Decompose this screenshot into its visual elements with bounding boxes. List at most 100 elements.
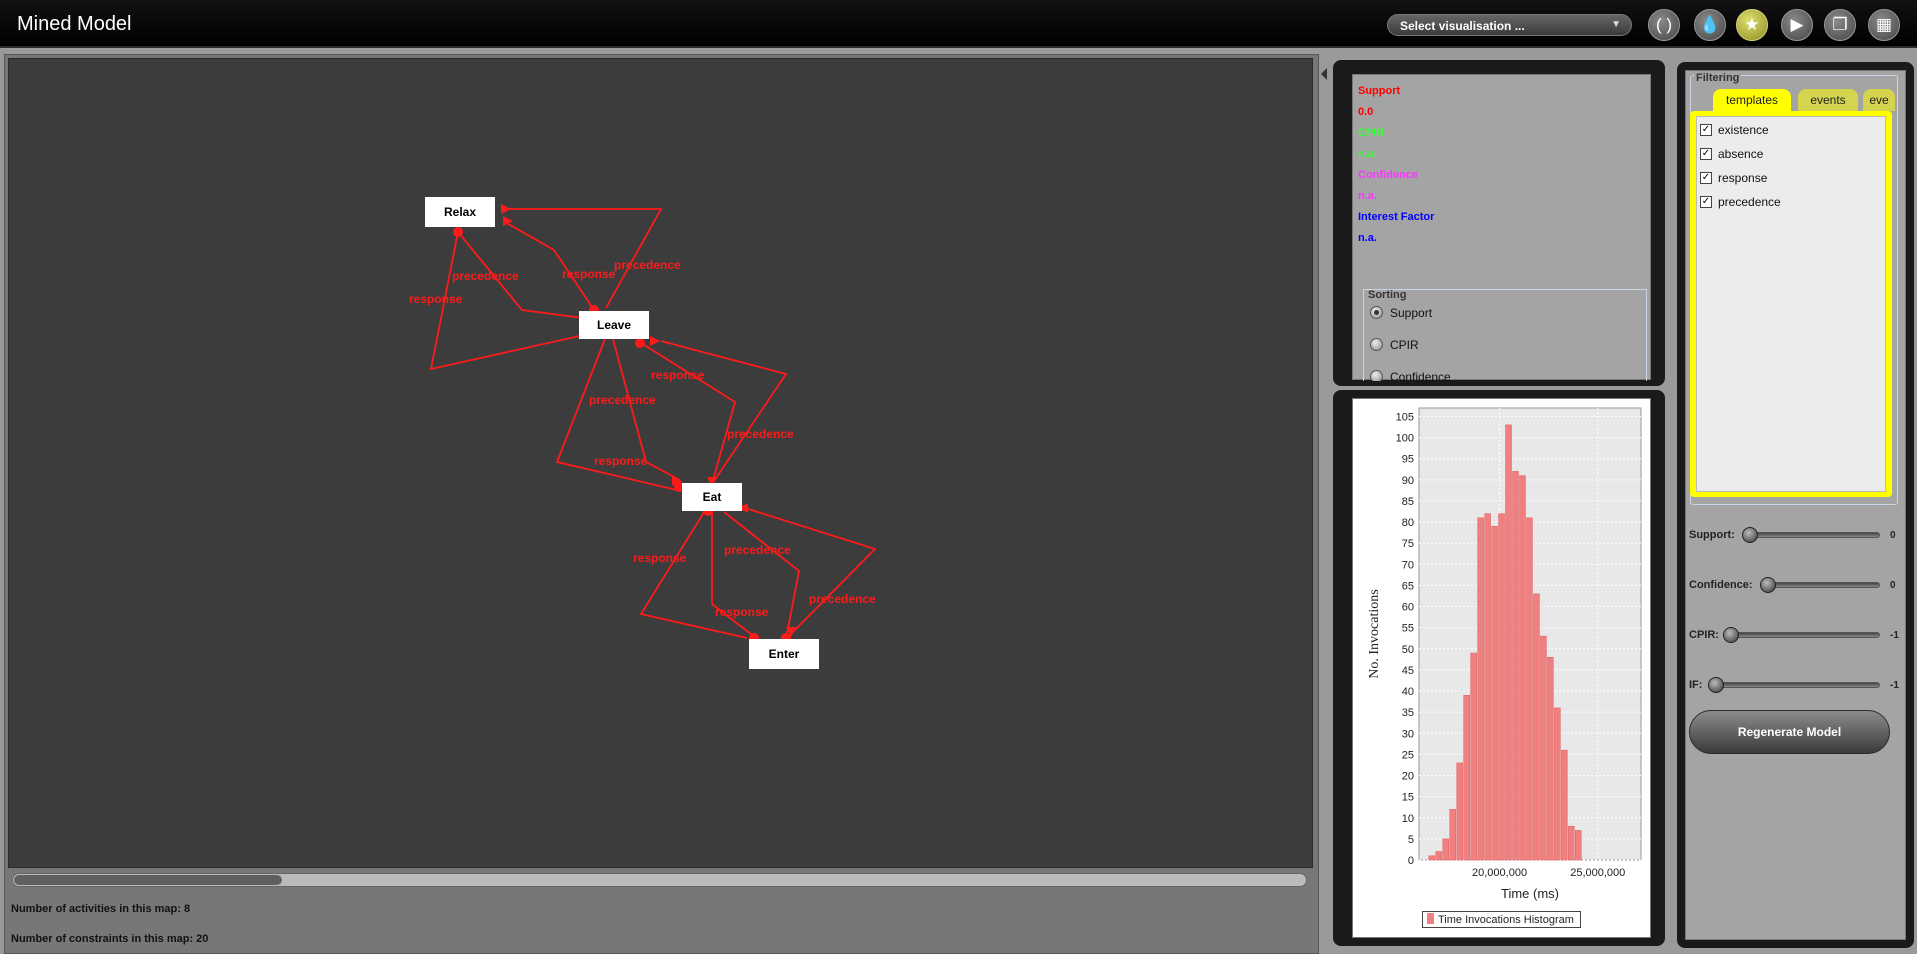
bracket-icon[interactable]: ( ) — [1648, 9, 1680, 41]
templates-list: ✓ existence ✓ absence ✓ response ✓ prece… — [1696, 116, 1886, 492]
edge-label: precedence — [614, 258, 681, 272]
x-tick-labels: 20,000,000 25,000,000 — [1472, 867, 1625, 879]
y-tick-labels: 0 5 10 15 20 25 30 35 40 45 50 55 60 65 70 75 80 85 90 95 10… — [1396, 411, 1414, 867]
graph-node-leave[interactable]: Leave — [579, 311, 649, 339]
cpir-slider[interactable] — [1729, 632, 1880, 638]
collapse-arrow-icon[interactable] — [1321, 68, 1327, 80]
edge-label: precedence — [727, 427, 794, 441]
edge-label: precedence — [809, 592, 876, 606]
y-tick-label: 0 — [1408, 855, 1414, 867]
support-slider[interactable] — [1748, 532, 1880, 538]
y-tick-label: 10 — [1402, 813, 1414, 825]
histogram-bar — [1561, 749, 1568, 861]
activities-count: Number of activities in this map: 8 — [11, 903, 191, 915]
tab-eve[interactable]: eve — [1863, 89, 1895, 111]
tab-events[interactable]: events — [1798, 89, 1858, 111]
if-slider-knob[interactable] — [1708, 677, 1724, 693]
edge-label: response — [562, 267, 616, 281]
radio-unchecked-icon — [1370, 370, 1383, 381]
graph-edge — [502, 220, 595, 311]
histogram-bar — [1568, 825, 1575, 861]
sorting-group: Sorting Support CPIR Confidence — [1363, 289, 1647, 381]
histogram-bar — [1547, 656, 1554, 861]
y-tick-label: 5 — [1408, 834, 1414, 846]
tab-templates[interactable]: templates — [1713, 89, 1791, 111]
play-icon[interactable]: ▶ — [1781, 9, 1813, 41]
sort-option-label: Support — [1390, 306, 1433, 320]
graph-edge — [640, 342, 737, 485]
y-tick-label: 55 — [1402, 623, 1414, 635]
visualisation-select-label: Select visualisation ... — [1400, 19, 1525, 33]
checkbox-label: existence — [1718, 123, 1769, 137]
histogram-bar — [1491, 526, 1498, 861]
histogram-bar — [1505, 424, 1512, 861]
confidence-slider-value: 0 — [1890, 580, 1896, 591]
y-tick-label: 100 — [1396, 433, 1414, 445]
confidence-slider-label: Confidence: — [1689, 579, 1753, 591]
histogram-bar — [1533, 593, 1540, 861]
edge-label: response — [715, 605, 769, 619]
support-slider-knob[interactable] — [1742, 527, 1758, 543]
star-icon[interactable]: ★ — [1736, 9, 1768, 41]
if-slider[interactable] — [1714, 682, 1880, 688]
graph-edge-end — [635, 338, 645, 348]
histogram-legend: Time Invocations Histogram — [1422, 911, 1581, 928]
model-canvas[interactable]: Relax Leave Eat Enter precedence respons… — [8, 58, 1313, 868]
interest-factor-label: Interest Factor — [1358, 211, 1435, 223]
cpir-value: n.a. — [1358, 148, 1377, 160]
graph-node-enter[interactable]: Enter — [749, 639, 819, 669]
y-tick-label: 90 — [1402, 475, 1414, 487]
y-tick-label: 20 — [1402, 771, 1414, 783]
legend-swatch — [1427, 913, 1434, 924]
checkbox-label: response — [1718, 171, 1768, 185]
cpir-label: CPIR — [1358, 127, 1385, 139]
y-tick-label: 80 — [1402, 517, 1414, 529]
y-tick-label: 45 — [1402, 665, 1414, 677]
graph-edge — [744, 507, 877, 640]
confidence-label: Confidence — [1358, 169, 1418, 181]
histogram-bar — [1435, 851, 1443, 861]
graph-edge — [723, 511, 800, 640]
graph-node-eat[interactable]: Eat — [682, 483, 742, 511]
cpir-slider-label: CPIR: — [1689, 629, 1719, 641]
histogram-bar — [1526, 517, 1533, 861]
y-tick-label: 105 — [1396, 411, 1414, 423]
confidence-slider[interactable] — [1766, 582, 1880, 588]
drop-icon[interactable]: 💧 — [1694, 9, 1726, 41]
graph-edge — [660, 340, 788, 485]
histogram-panel: 0 5 10 15 20 25 30 35 40 45 50 55 60 65 70 75 80 85 90 95 10… — [1352, 398, 1651, 938]
horizontal-scrollbar[interactable] — [12, 873, 1307, 887]
filtering-title: Filtering — [1694, 72, 1742, 84]
cpir-slider-knob[interactable] — [1723, 627, 1739, 643]
chevron-down-icon: ▼ — [1611, 19, 1621, 30]
x-axis-label: Time (ms) — [1501, 886, 1559, 901]
regenerate-model-button[interactable]: Regenerate Model — [1689, 710, 1890, 754]
edge-label: precedence — [452, 269, 519, 283]
interest-factor-value: n.a. — [1358, 232, 1377, 244]
radio-checked-icon — [1370, 306, 1383, 319]
histogram-bar — [1470, 652, 1477, 861]
confidence-slider-knob[interactable] — [1760, 577, 1776, 593]
constraints-count: Number of constraints in this map: 20 — [11, 933, 209, 945]
filtering-panel: Filtering templates events eve ✓ existen… — [1685, 70, 1906, 940]
histogram-bar — [1554, 707, 1561, 861]
histogram-chart: 0 5 10 15 20 25 30 35 40 45 50 55 60 65 70 75 80 85 90 95 10… — [1367, 407, 1642, 901]
sorting-title: Sorting — [1366, 289, 1409, 301]
support-slider-label: Support: — [1689, 529, 1735, 541]
if-slider-value: -1 — [1890, 680, 1899, 691]
support-label: Support — [1358, 85, 1401, 97]
panel-splitter[interactable] — [1320, 54, 1330, 954]
y-tick-label: 95 — [1402, 454, 1414, 466]
histogram-bar — [1456, 762, 1463, 861]
grid-icon[interactable]: ▦ — [1868, 9, 1900, 41]
histogram-bar — [1519, 475, 1526, 861]
visualisation-select[interactable]: Select visualisation ... ▼ — [1387, 14, 1632, 36]
histogram-bar — [1442, 838, 1449, 861]
checkmark-icon: ✓ — [1700, 124, 1712, 136]
histogram-bar — [1484, 513, 1491, 861]
scrollbar-thumb[interactable] — [14, 875, 282, 885]
graph-node-relax[interactable]: Relax — [425, 197, 495, 227]
copy-icon[interactable]: ❐ — [1824, 9, 1856, 41]
y-tick-label: 40 — [1402, 686, 1414, 698]
checkbox-label: absence — [1718, 147, 1764, 161]
